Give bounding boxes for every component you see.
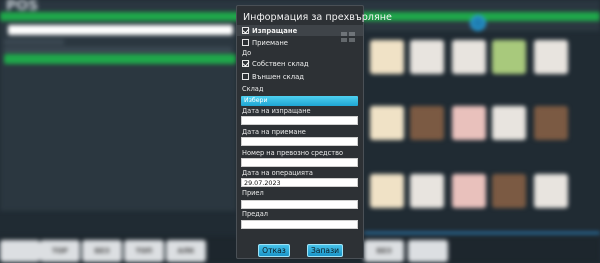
operation-date-input[interactable]: 29.07.2023: [241, 178, 358, 187]
dialog-title: Информация за прехвърляне: [243, 12, 392, 23]
product-tile: [534, 106, 568, 140]
product-tile: [452, 106, 486, 140]
bg-bottom-button: БЕЗ: [364, 240, 404, 262]
own-warehouse-label: Собствен склад: [252, 59, 309, 68]
product-tile: [410, 106, 444, 140]
received-by-label: Приел: [242, 189, 264, 197]
option-own-warehouse[interactable]: Собствен склад: [242, 58, 309, 69]
send-checkbox[interactable]: [242, 27, 249, 34]
product-tile: [410, 174, 444, 208]
send-label: Изпращане: [252, 26, 298, 35]
bg-bottom-button: [408, 240, 448, 262]
cancel-button[interactable]: Отказ: [258, 244, 290, 257]
receive-date-label: Дата на приемане: [242, 128, 306, 136]
warehouse-select[interactable]: Избери: [241, 96, 358, 106]
external-warehouse-label: Външен склад: [252, 72, 304, 81]
to-label: До: [242, 49, 252, 57]
bg-bottom-button: БЕЗ: [82, 240, 122, 262]
bg-divider: [364, 232, 600, 234]
receive-date-input[interactable]: [241, 137, 358, 146]
bg-row: [4, 39, 64, 45]
product-tile: [492, 106, 526, 140]
product-tile: [370, 40, 404, 74]
save-button[interactable]: Запази: [307, 244, 343, 257]
bg-bottom-button: АЛК: [166, 240, 206, 262]
bg-keypad-button: [0, 240, 40, 262]
product-tile: [410, 40, 444, 74]
warehouse-label: Склад: [242, 85, 264, 93]
bg-green-button: [4, 54, 236, 64]
bg-row: [4, 47, 232, 53]
own-warehouse-checkbox[interactable]: [242, 60, 249, 67]
send-date-label: Дата на изпращане: [242, 107, 311, 115]
receive-label: Приемане: [252, 38, 288, 47]
vehicle-number-input[interactable]: [241, 158, 358, 167]
product-tile: [534, 174, 568, 208]
product-tile: [370, 174, 404, 208]
product-tile: [534, 40, 568, 74]
handed-by-label: Предал: [242, 210, 269, 218]
send-date-input[interactable]: [241, 116, 358, 125]
product-tile: [452, 174, 486, 208]
received-by-input[interactable]: [241, 200, 358, 209]
option-receive[interactable]: Приемане: [242, 37, 288, 48]
bg-bottom-button: ТОП: [124, 240, 164, 262]
grid-icon: [341, 32, 355, 42]
product-tile: [452, 40, 486, 74]
bg-search-input: [8, 25, 233, 35]
product-tile: [492, 40, 526, 74]
product-tile: [370, 106, 404, 140]
product-tile: [492, 174, 526, 208]
vehicle-number-label: Номер на превозно средство: [242, 149, 343, 157]
operation-date-label: Дата на операцията: [242, 169, 313, 177]
bg-circle-icon: [470, 15, 486, 31]
transfer-info-dialog: Информация за прехвърляне Изпращане Прие…: [236, 5, 392, 259]
external-warehouse-checkbox[interactable]: [242, 73, 249, 80]
option-external-warehouse[interactable]: Външен склад: [242, 71, 304, 82]
handed-by-input[interactable]: [241, 220, 358, 229]
bg-bottom-button: ТОР: [40, 240, 80, 262]
receive-checkbox[interactable]: [242, 39, 249, 46]
